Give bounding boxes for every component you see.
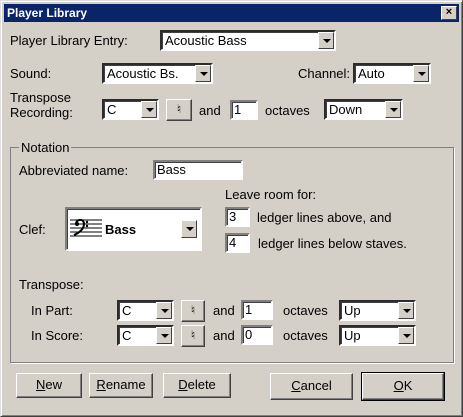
in-score-octaves-label: octaves (283, 328, 328, 343)
recording-natural-button[interactable]: ♮ (166, 99, 192, 121)
recording-direction-value: Down (329, 102, 363, 117)
ledger-above-label: ledger lines above, and (257, 210, 392, 225)
title-bar: Player Library × (4, 4, 459, 22)
cancel-button[interactable]: Cancel (270, 373, 353, 400)
transpose-recording-label-2: Recording: (10, 105, 73, 120)
in-part-natural-button[interactable]: ♮ (181, 300, 205, 322)
sound-label: Sound: (10, 66, 52, 81)
chevron-down-icon[interactable] (318, 32, 334, 49)
recording-direction-select[interactable]: Down (324, 99, 403, 120)
recording-key-value: C (107, 102, 117, 117)
delete-accel: D (178, 377, 188, 392)
chevron-down-icon[interactable] (156, 302, 172, 319)
sound-select[interactable]: Acoustic Bs. (102, 63, 213, 84)
rename-button[interactable]: Rename (89, 373, 153, 398)
notation-legend: Notation (19, 140, 72, 155)
channel-value: Auto (358, 66, 385, 81)
channel-select[interactable]: Auto (353, 63, 431, 84)
sound-value: Acoustic Bs. (107, 66, 179, 81)
cancel-label: ancel (300, 378, 332, 393)
close-icon[interactable]: × (441, 6, 457, 20)
in-score-direction-select[interactable]: Up (339, 325, 416, 346)
entry-select[interactable]: Acoustic Bass (160, 30, 336, 51)
in-part-key-select[interactable]: C (117, 300, 174, 321)
delete-button[interactable]: Delete (163, 373, 231, 398)
in-part-direction-value: Up (344, 303, 361, 318)
in-score-natural-button[interactable]: ♮ (181, 325, 205, 347)
in-part-label: In Part: (31, 303, 73, 318)
in-score-and-label: and (213, 328, 235, 343)
ok-label: K (403, 378, 413, 393)
in-score-key-select[interactable]: C (117, 325, 174, 346)
abbrev-name-label: Abbreviated name: (19, 163, 129, 178)
in-part-octaves-input[interactable]: 1 (241, 300, 273, 320)
in-score-label: In Score: (31, 328, 84, 343)
recording-and-label: and (199, 103, 221, 118)
ledger-below-input[interactable]: 4 (225, 233, 250, 253)
clef-value: Bass (105, 222, 137, 237)
in-part-key-value: C (122, 303, 132, 318)
transpose-label: Transpose: (19, 277, 84, 292)
cancel-accel: C (291, 378, 301, 393)
chevron-down-icon[interactable] (195, 65, 211, 82)
delete-label: elete (187, 377, 216, 392)
transpose-recording-label-1: Transpose (10, 90, 71, 105)
entry-label: Player Library Entry: (10, 33, 128, 48)
ledger-below-label: ledger lines below staves. (258, 236, 407, 251)
ok-button[interactable]: OK (361, 372, 445, 401)
recording-octaves-label: octaves (265, 103, 310, 118)
chevron-down-icon[interactable] (156, 327, 172, 344)
new-button[interactable]: New (16, 373, 82, 398)
rename-accel: R (96, 377, 106, 392)
in-part-octaves-label: octaves (283, 303, 328, 318)
clef-select[interactable]: Bass (65, 207, 202, 251)
ledger-above-input[interactable]: 3 (225, 207, 250, 227)
channel-label: Channel: (298, 66, 351, 81)
chevron-down-icon[interactable] (398, 302, 414, 319)
recording-key-select[interactable]: C (102, 99, 159, 120)
new-accel: N (35, 377, 46, 392)
leave-room-label: Leave room for: (225, 187, 317, 202)
ok-accel: O (393, 378, 404, 393)
player-library-dialog: Player Library × Player Library Entry: A… (0, 0, 463, 417)
in-part-and-label: and (213, 303, 235, 318)
clef-label: Clef: (19, 222, 46, 237)
new-label: ew (45, 377, 62, 392)
chevron-down-icon[interactable] (181, 220, 197, 238)
chevron-down-icon[interactable] (385, 101, 401, 118)
entry-value: Acoustic Bass (165, 33, 247, 48)
abbrev-name-input[interactable]: Bass (153, 160, 243, 180)
rename-label: ename (105, 377, 146, 392)
chevron-down-icon[interactable] (413, 65, 429, 82)
window-title: Player Library (7, 6, 88, 20)
in-part-direction-select[interactable]: Up (339, 300, 416, 321)
in-score-direction-value: Up (344, 328, 361, 343)
recording-octaves-input[interactable]: 1 (230, 100, 258, 120)
chevron-down-icon[interactable] (398, 327, 414, 344)
in-score-octaves-input[interactable]: 0 (241, 325, 273, 345)
in-score-key-value: C (122, 328, 132, 343)
chevron-down-icon[interactable] (141, 101, 157, 118)
bass-clef-icon (70, 218, 102, 237)
